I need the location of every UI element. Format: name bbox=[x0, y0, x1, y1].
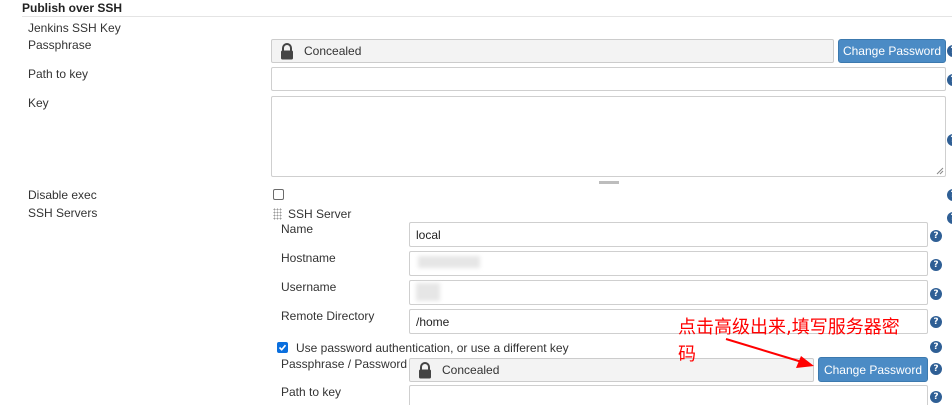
arrow-icon bbox=[725, 338, 814, 368]
use-password-checkbox[interactable] bbox=[277, 342, 288, 353]
ssh-servers-label: SSH Servers bbox=[28, 206, 98, 220]
username-input[interactable] bbox=[409, 280, 928, 305]
path-to-key-label: Path to key bbox=[28, 67, 89, 81]
help-icon-path-to-key[interactable]: ? bbox=[947, 74, 952, 86]
drag-handle-icon[interactable] bbox=[273, 208, 282, 220]
server-passphrase-label: Passphrase / Password bbox=[281, 357, 408, 371]
server-name-input[interactable]: local bbox=[409, 222, 928, 247]
annotation-text-line2: 码 bbox=[678, 344, 696, 365]
disable-exec-label: Disable exec bbox=[28, 188, 97, 202]
help-icon-disable-exec[interactable]: ? bbox=[947, 189, 952, 201]
help-icon-username[interactable]: ? bbox=[930, 288, 942, 300]
help-icon-key[interactable]: ? bbox=[947, 134, 952, 146]
redacted-username bbox=[416, 283, 440, 301]
lock-icon bbox=[272, 40, 302, 62]
jenkins-key-label-line2: Passphrase bbox=[28, 38, 92, 52]
jenkins-passphrase-value: Concealed bbox=[304, 44, 362, 58]
ssh-server-header: SSH Server bbox=[288, 207, 352, 221]
help-icon-use-password[interactable]: ? bbox=[930, 341, 942, 353]
help-icon-server-name[interactable]: ? bbox=[930, 230, 942, 242]
server-path-to-key-label: Path to key bbox=[281, 385, 342, 399]
lock-icon bbox=[410, 359, 440, 381]
server-name-label: Name bbox=[281, 222, 314, 236]
jenkins-change-password-button[interactable]: Change Password bbox=[838, 39, 946, 63]
section-divider bbox=[22, 16, 952, 17]
hostname-label: Hostname bbox=[281, 251, 336, 265]
server-path-to-key-input[interactable] bbox=[409, 385, 928, 405]
textarea-resize-grip[interactable] bbox=[599, 181, 619, 184]
username-label: Username bbox=[281, 280, 337, 294]
section-title: Publish over SSH bbox=[22, 1, 123, 15]
resize-corner-icon[interactable] bbox=[936, 167, 944, 175]
help-icon-jenkins-key[interactable]: ? bbox=[947, 45, 952, 57]
help-icon-server-path-to-key[interactable]: ? bbox=[930, 391, 942, 403]
key-textarea[interactable] bbox=[271, 96, 946, 177]
server-passphrase-value: Concealed bbox=[442, 363, 500, 377]
use-password-label: Use password authentication, or use a di… bbox=[296, 341, 569, 355]
hostname-input[interactable] bbox=[409, 251, 928, 276]
server-change-password-button[interactable]: Change Password bbox=[818, 357, 928, 382]
jenkins-passphrase-field[interactable]: Concealed bbox=[271, 39, 834, 63]
help-icon-server-passphrase[interactable]: ? bbox=[930, 363, 942, 375]
path-to-key-input[interactable] bbox=[271, 67, 946, 91]
jenkins-key-label-line1: Jenkins SSH Key bbox=[28, 21, 121, 35]
key-label: Key bbox=[28, 96, 49, 110]
help-icon-hostname[interactable]: ? bbox=[930, 259, 942, 271]
disable-exec-checkbox[interactable] bbox=[273, 189, 284, 200]
help-icon-ssh-servers[interactable]: ? bbox=[947, 212, 952, 224]
remote-directory-label: Remote Directory bbox=[281, 309, 375, 323]
help-icon-remote-directory[interactable]: ? bbox=[930, 316, 942, 328]
redacted-hostname bbox=[418, 256, 480, 268]
